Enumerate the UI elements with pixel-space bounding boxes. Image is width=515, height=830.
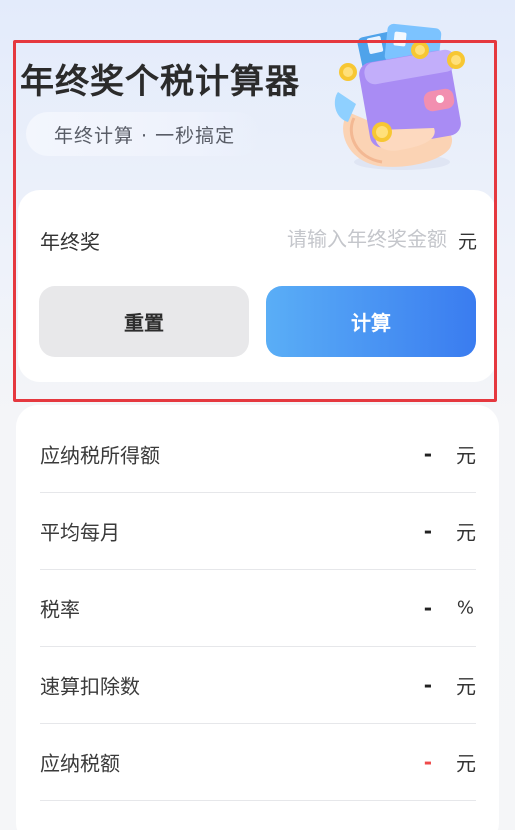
result-value: -	[423, 673, 432, 697]
result-row-monthly-average: 平均每月 - 元	[40, 493, 476, 570]
result-label: 平均每月	[40, 520, 120, 545]
result-value: -	[423, 750, 432, 774]
bonus-unit: 元	[458, 231, 478, 253]
result-row-tax-payable: 应纳税额 - 元	[40, 724, 476, 801]
reset-button[interactable]: 重置	[39, 286, 249, 357]
page-title: 年终奖个税计算器	[20, 62, 300, 102]
result-row-quick-deduction: 速算扣除数 - 元	[40, 647, 476, 724]
result-label: 应纳税所得额	[40, 443, 160, 468]
result-label: 税率	[40, 597, 80, 622]
app-screen: 年终奖个税计算器 年终计算 · 一秒搞定 年终奖 元 重置 计算 应纳税所得额 …	[0, 0, 515, 830]
wallet-hand-illustration-icon	[334, 23, 465, 170]
result-value: -	[423, 596, 432, 620]
bonus-amount-input[interactable]	[255, 222, 447, 256]
result-value: -	[423, 519, 432, 543]
bonus-label: 年终奖	[40, 230, 100, 254]
result-unit: %	[456, 597, 474, 619]
page-subtitle: 年终计算 · 一秒搞定	[54, 125, 236, 147]
result-row-tax-rate: 税率 - %	[40, 570, 476, 647]
result-label: 应纳税额	[40, 751, 120, 776]
result-unit: 元	[456, 751, 476, 776]
result-unit: 元	[456, 443, 476, 468]
calculate-button[interactable]: 计算	[266, 286, 476, 357]
result-row-taxable-income: 应纳税所得额 - 元	[40, 416, 476, 493]
result-unit: 元	[456, 520, 476, 545]
result-unit: 元	[456, 674, 476, 699]
result-label: 速算扣除数	[40, 674, 140, 699]
result-value: -	[423, 442, 432, 466]
